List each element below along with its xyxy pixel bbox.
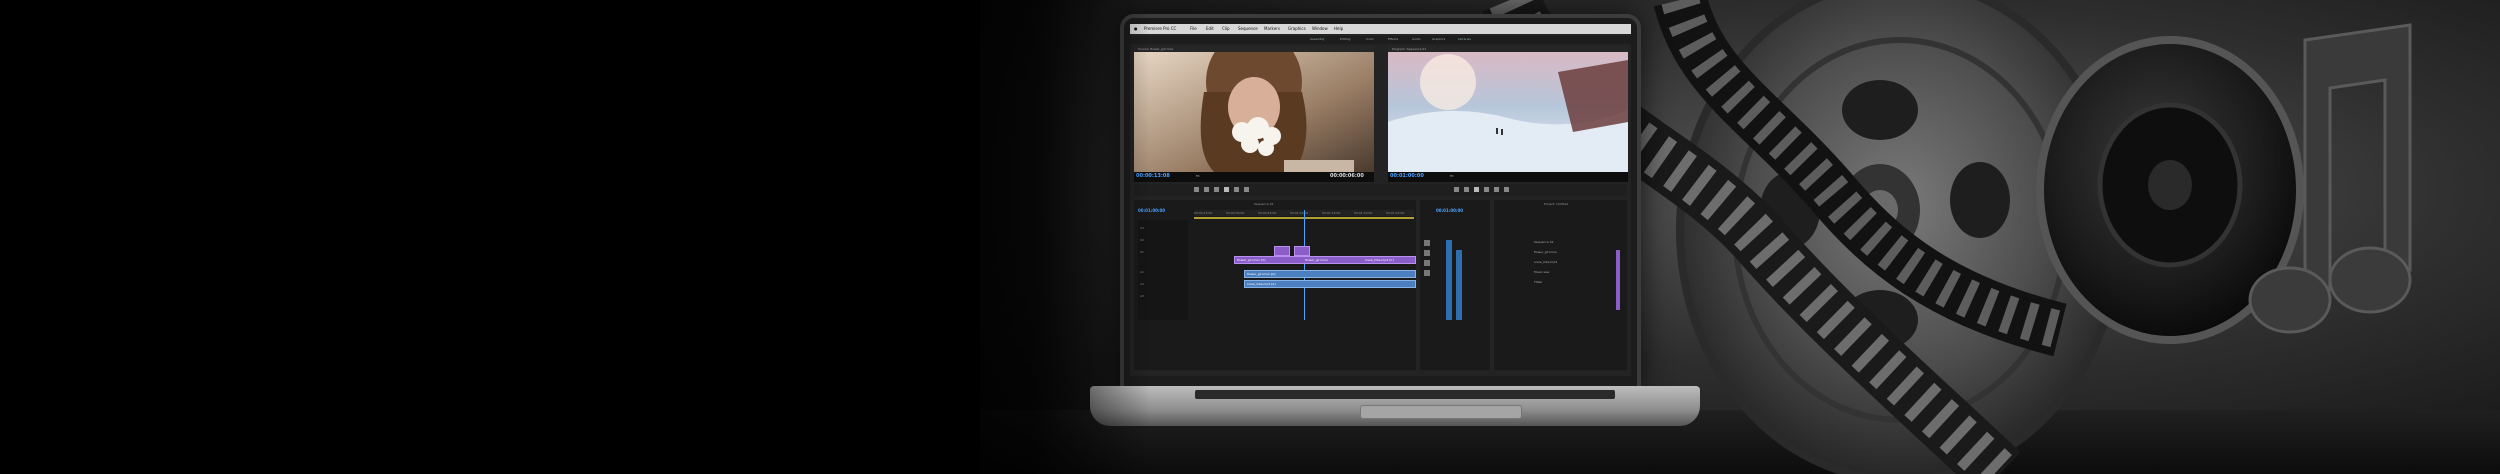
transport-controls [1134,184,1627,196]
project-item[interactable]: flower_girl.mov [1534,250,1557,254]
meter-timecode: 00:01:00:00 [1436,208,1464,213]
menu-window[interactable]: Window [1312,26,1328,31]
workspace-tab[interactable]: Assembly [1310,37,1324,41]
program-fit-select[interactable]: Fit [1450,174,1454,178]
workspace-tab[interactable]: Color [1366,37,1374,41]
step-back-icon[interactable] [1214,187,1219,192]
workspace-tab[interactable]: Effects [1388,37,1398,41]
project-panel[interactable]: Project: Untitled Sequence 01 flower_gir… [1494,200,1627,370]
hand-tool-icon[interactable] [1424,270,1430,276]
workspace-tab[interactable]: Audio [1412,37,1421,41]
source-frame-image [1134,52,1374,172]
pen-tool-icon[interactable] [1424,260,1430,266]
audio-meter-left [1446,240,1452,320]
menu-markers[interactable]: Markers [1264,26,1280,31]
audio-clip[interactable]: flower_girl.mov [A] [1244,270,1416,278]
menu-graphics[interactable]: Graphics [1288,26,1306,31]
laptop-screen: ● Premiere Pro CC File Edit Clip Sequenc… [1120,14,1641,390]
menu-file[interactable]: File [1190,26,1197,31]
menu-edit[interactable]: Edit [1206,26,1214,31]
menu-help[interactable]: Help [1334,26,1343,31]
menu-clip[interactable]: Clip [1222,26,1230,31]
program-mark-out-icon[interactable] [1464,187,1469,192]
project-item[interactable]: snow_hike.mp4 [1534,260,1557,264]
program-step-forward-icon[interactable] [1484,187,1489,192]
playhead[interactable] [1304,210,1305,320]
project-tab[interactable]: Project: Untitled [1544,202,1568,206]
dark-overlay [0,0,1150,474]
program-play-icon[interactable] [1474,187,1479,192]
video-clip-marker[interactable] [1274,246,1290,256]
selection-tool-icon[interactable] [1424,240,1430,246]
source-monitor[interactable]: Source: flower_girl.mov 00:00:13:08 Fit … [1134,46,1374,182]
step-forward-icon[interactable] [1234,187,1239,192]
audio-clip[interactable]: snow_hike.mp4 [A] [1244,280,1416,288]
laptop-trackpad [1360,405,1522,419]
workspace-tab[interactable]: Editing [1340,37,1350,41]
menu-bar: ● Premiere Pro CC File Edit Clip Sequenc… [1130,24,1631,34]
program-monitor[interactable]: Program: Sequence 01 00:01:00:00 Fit [1388,46,1628,182]
timeline-panel[interactable]: Sequence 01 00:01:00:00 00:00:15:00 00:0… [1134,200,1416,370]
audio-meters-panel: 00:01:00:00 [1420,200,1490,370]
workspace-bar: Assembly Editing Color Effects Audio Gra… [1130,36,1631,44]
laptop-keyboard [1195,390,1615,399]
source-fit-select[interactable]: Fit [1196,174,1200,178]
extract-icon[interactable] [1504,187,1509,192]
project-list: Sequence 01 flower_girl.mov snow_hike.mp… [1534,240,1624,320]
timeline-tab[interactable]: Sequence 01 [1254,202,1274,206]
hero-banner: ● Premiere Pro CC File Edit Clip Sequenc… [0,0,2500,474]
mark-out-icon[interactable] [1204,187,1209,192]
menu-sequence[interactable]: Sequence [1238,26,1258,31]
project-item[interactable]: Sequence 01 [1534,240,1554,244]
video-clip-marker[interactable] [1294,246,1310,256]
video-clip[interactable]: flower_girl.mov [V] flower_girl.mov snow… [1234,256,1416,264]
workspace-tab[interactable]: Graphics [1432,37,1445,41]
premiere-ui: ● Premiere Pro CC File Edit Clip Sequenc… [1130,24,1631,376]
program-mark-in-icon[interactable] [1454,187,1459,192]
play-icon[interactable] [1224,187,1229,192]
mark-in-icon[interactable] [1194,187,1199,192]
razor-tool-icon[interactable] [1424,250,1430,256]
workspace-tab[interactable]: Libraries [1458,37,1471,41]
project-item[interactable]: Music.wav [1534,270,1550,274]
insert-icon[interactable] [1244,187,1249,192]
color-label [1616,250,1620,310]
source-duration: 00:00:06:00 [1330,173,1364,179]
program-frame-image [1388,52,1628,172]
program-timecode[interactable]: 00:01:00:00 [1390,173,1424,179]
project-item[interactable]: Titles [1534,280,1542,284]
lift-icon[interactable] [1494,187,1499,192]
audio-meter-right [1456,250,1462,320]
